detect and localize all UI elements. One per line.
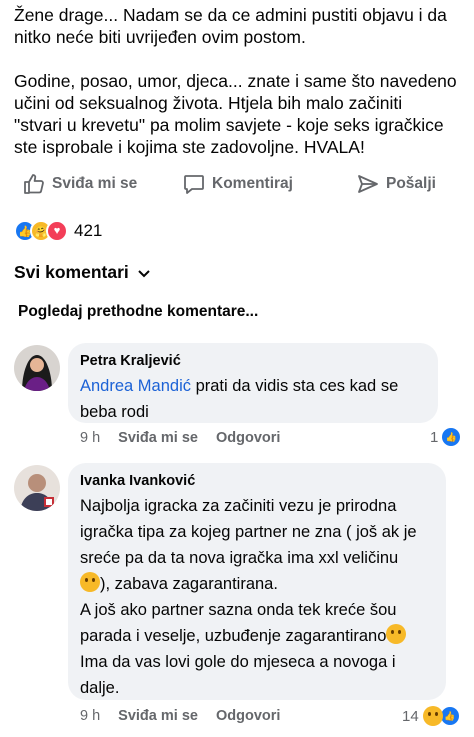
reaction-summary[interactable]: 👍 🤗 ♥ 421 [14,220,102,242]
comment-sort-label: Svi komentari [14,262,129,282]
comment-author[interactable]: Ivanka Ivanković [80,473,434,489]
comment-author[interactable]: Petra Kraljević [80,353,426,369]
grinning-face-icon [386,624,407,644]
thumbs-up-icon [24,174,44,194]
comment-reaction-number: 14 [402,707,419,725]
love-reaction-icon: ♥ [46,220,68,242]
comment-icon [184,175,204,194]
comment-like-button[interactable]: Sviđa mi se [118,708,198,724]
winking-face-icon [80,572,100,592]
comment-bubble: Ivanka Ivanković Najbolja igracka za zač… [68,463,446,700]
chevron-down-icon [138,269,150,277]
post-paragraph: Godine, posao, umor, djeca... znate i sa… [14,71,457,157]
comment-reply-button[interactable]: Odgovori [216,430,280,446]
comment-meta: 9 h Sviđa mi se Odgovori [80,430,280,446]
like-reaction-icon: 👍 [442,428,461,446]
like-button-label: Sviđa mi se [52,175,138,192]
share-button[interactable]: Pošalji [356,172,436,196]
comment-time: 9 h [80,708,101,724]
comment-button[interactable]: Komentiraj [182,172,293,196]
avatar[interactable] [14,345,60,391]
comment-body: Najbolja igracka za začiniti vezu je pri… [80,497,417,567]
comment-sort-dropdown[interactable]: Svi komentari [14,262,151,283]
comment-meta: 9 h Sviđa mi se Odgovori [80,708,280,724]
comment-reaction-count[interactable]: 14 👍 [402,706,459,726]
comment-text: Andrea Mandić prati da vidis sta ces kad… [80,373,426,425]
previous-comments-link[interactable]: Pogledaj prethodne komentare... [18,303,258,321]
comment-time: 9 h [80,430,101,446]
comment: Ivanka Ivanković Najbolja igracka za zač… [14,463,460,733]
comment-reply-button[interactable]: Odgovori [216,708,280,724]
comment-text: Najbolja igracka za začiniti vezu je pri… [80,493,434,701]
comment: Petra Kraljević Andrea Mandić prati da v… [14,343,461,453]
comment-body: Ima da vas lovi gole do mjeseca a novoga… [80,653,396,697]
post-paragraph: Žene drage... Nadam se da ce admini pust… [14,5,447,47]
reaction-count: 421 [74,221,103,240]
comment-bubble: Petra Kraljević Andrea Mandić prati da v… [68,343,438,423]
share-button-label: Pošalji [386,175,436,192]
comment-reaction-number: 1 [430,428,439,446]
laughing-face-icon [422,706,443,726]
comment-button-label: Komentiraj [212,175,293,192]
like-button[interactable]: Sviđa mi se [22,172,137,196]
comment-reaction-count[interactable]: 1 👍 [430,428,461,446]
mention-link[interactable]: Andrea Mandić [80,377,191,395]
like-reaction-icon: 👍 [440,707,459,725]
avatar[interactable] [14,465,60,511]
send-icon [358,175,378,193]
post-text: Žene drage... Nadam se da ce admini pust… [14,4,464,158]
comment-like-button[interactable]: Sviđa mi se [118,430,198,446]
post-action-bar: Sviđa mi se Komentiraj Pošalji [0,166,474,204]
comment-body: ), zabava zagarantirana. A još ako partn… [80,575,397,645]
